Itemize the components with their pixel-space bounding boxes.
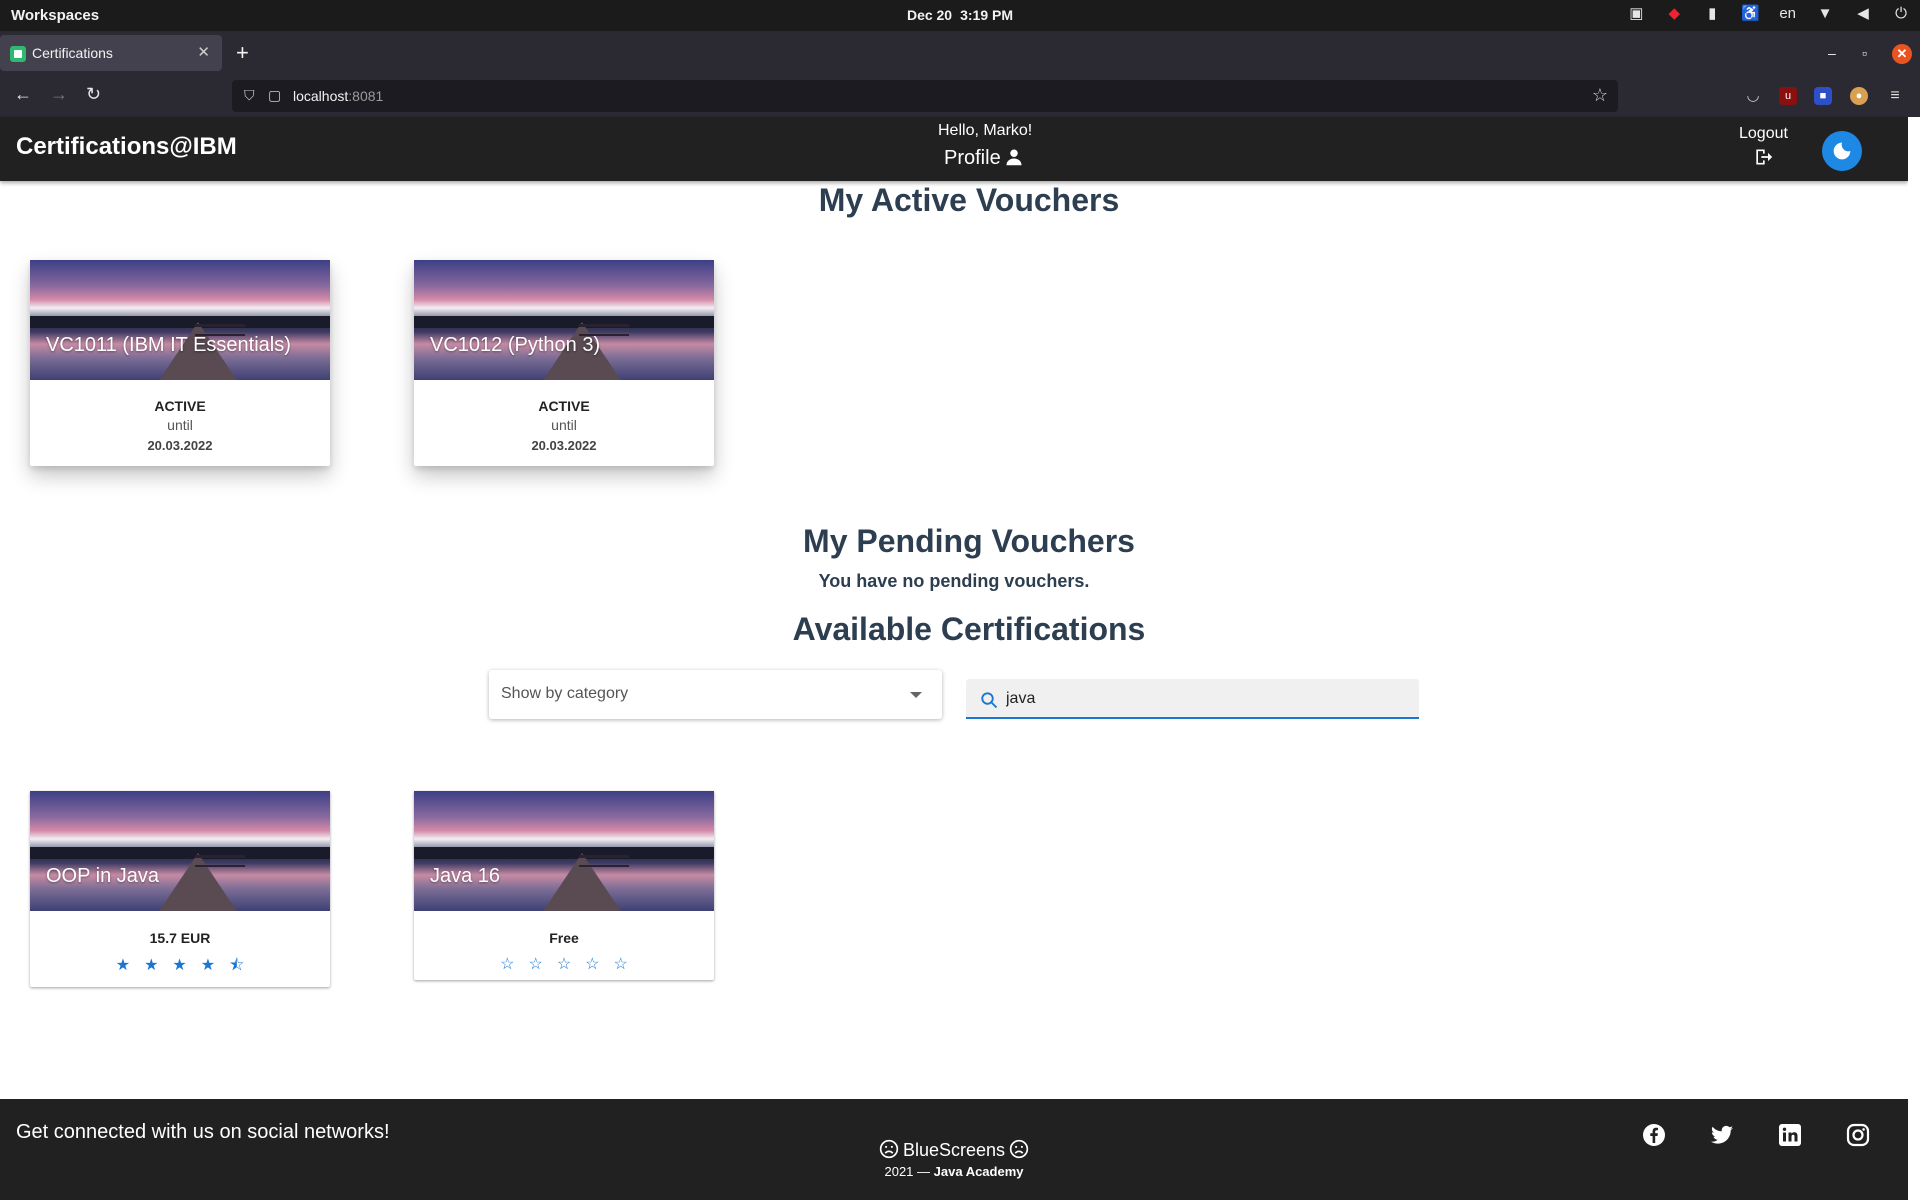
certification-price: Free xyxy=(549,930,579,946)
dark-mode-toggle[interactable] xyxy=(1822,131,1862,171)
greeting: Hello, Marko! xyxy=(938,122,1033,139)
academy-name: Java Academy xyxy=(933,1164,1024,1179)
team-name: BlueScreens xyxy=(0,1139,1908,1161)
voucher-until: until xyxy=(167,417,193,433)
instagram-icon[interactable] xyxy=(1846,1123,1870,1147)
voucher-date: 20.03.2022 xyxy=(147,438,213,453)
voucher-card[interactable]: VC1011 (IBM IT Essentials) ACTIVE until … xyxy=(30,260,330,466)
search-field[interactable] xyxy=(966,679,1419,719)
sad-face-icon xyxy=(879,1139,899,1159)
logout-icon xyxy=(1756,149,1773,165)
chevron-down-icon xyxy=(910,692,922,698)
url-port: :8081 xyxy=(348,88,384,104)
scrollbar-gutter[interactable] xyxy=(1908,117,1920,1200)
tab-close-icon[interactable]: ✕ xyxy=(197,43,210,61)
voucher-title: VC1011 (IBM IT Essentials) xyxy=(46,334,291,356)
category-placeholder: Show by category xyxy=(501,685,629,702)
certification-card[interactable]: Java 16 Free ☆☆☆☆☆ xyxy=(414,791,714,980)
window-close-icon[interactable]: ✕ xyxy=(1892,44,1912,64)
copyright: 2021 — Java Academy xyxy=(0,1164,1908,1179)
url-bar[interactable]: ⛉ ▢ localhost:8081 ☆ xyxy=(232,80,1618,112)
shield-icon[interactable]: ⛉ xyxy=(244,87,255,104)
screens-icon[interactable]: ▣ xyxy=(1627,5,1645,23)
forward-icon[interactable]: → xyxy=(50,84,68,105)
logout-label: Logout xyxy=(1739,125,1788,142)
facebook-icon[interactable] xyxy=(1642,1123,1666,1147)
active-vouchers-title: My Active Vouchers xyxy=(818,182,1120,218)
category-select[interactable]: Show by category xyxy=(489,670,942,719)
card-image: OOP in Java xyxy=(30,791,330,911)
star-rating: ★★★★⯪ xyxy=(115,957,259,974)
volume-icon[interactable]: ◀ xyxy=(1854,5,1872,23)
search-icon xyxy=(981,692,998,709)
search-input[interactable] xyxy=(1006,685,1406,713)
voucher-date: 20.03.2022 xyxy=(531,438,597,453)
power-icon[interactable]: ⏻ xyxy=(1892,5,1910,23)
main-content: My Active Vouchers VC1011 (IBM IT Essent… xyxy=(0,181,1908,1099)
page-icon[interactable]: ▢ xyxy=(268,87,281,104)
moon-icon xyxy=(1833,142,1851,160)
pending-vouchers-title: My Pending Vouchers xyxy=(803,523,1135,559)
app-header: Certifications@IBM Hello, Marko! Profile… xyxy=(0,117,1908,181)
back-icon[interactable]: ← xyxy=(14,84,32,105)
copyright-prefix: 2021 — xyxy=(884,1164,934,1179)
linkedin-icon[interactable] xyxy=(1778,1123,1802,1147)
profile-label: Profile xyxy=(944,147,1001,169)
brand-logo[interactable]: Certifications@IBM xyxy=(16,133,237,161)
battery-tray-icon[interactable]: ▮ xyxy=(1703,5,1721,23)
browser-tab[interactable]: Certifications ✕ xyxy=(0,35,222,71)
certification-title: Java 16 xyxy=(430,865,501,887)
card-image: VC1011 (IBM IT Essentials) xyxy=(30,260,330,380)
certification-title: OOP in Java xyxy=(46,865,160,887)
clock-time: 3:19 PM xyxy=(960,7,1014,23)
voucher-card[interactable]: VC1012 (Python 3) ACTIVE until 20.03.202… xyxy=(414,260,714,466)
logout-button[interactable]: Logout xyxy=(1739,125,1788,167)
voucher-status: ACTIVE xyxy=(538,398,590,414)
voucher-until: until xyxy=(551,417,577,433)
app-indicator-icon[interactable]: ◆ xyxy=(1665,5,1683,23)
certification-price: 15.7 EUR xyxy=(149,930,211,946)
new-tab-icon[interactable]: + xyxy=(236,40,249,66)
url-text: localhost:8081 xyxy=(293,88,383,104)
menu-icon[interactable]: ≡ xyxy=(1886,87,1904,105)
maximize-icon[interactable]: ▫ xyxy=(1862,45,1867,61)
reload-icon[interactable]: ↻ xyxy=(86,84,101,105)
clock-date: Dec 20 xyxy=(906,7,953,23)
url-host: localhost xyxy=(293,88,349,104)
browser-tab-bar: Certifications ✕ xyxy=(0,31,1920,75)
language-indicator[interactable]: en xyxy=(1779,5,1796,23)
certification-card[interactable]: OOP in Java 15.7 EUR ★★★★⯪ xyxy=(30,791,330,987)
sad-face-icon xyxy=(1009,1139,1029,1159)
minimize-icon[interactable]: – xyxy=(1828,45,1836,61)
pocket-icon[interactable]: ◡ xyxy=(1744,87,1762,105)
os-top-bar: Workspaces Dec 20 3:19 PM ▣ ◆ ▮ ♿ en ▼ ◀ … xyxy=(0,0,1920,31)
profile-extension-icon[interactable]: ● xyxy=(1850,87,1868,105)
accessibility-icon[interactable]: ♿ xyxy=(1741,5,1760,23)
twitter-icon[interactable] xyxy=(1710,1123,1734,1147)
ublock-icon[interactable]: u xyxy=(1779,87,1797,105)
extension-icon[interactable]: ■ xyxy=(1814,87,1832,105)
person-icon xyxy=(1006,149,1022,166)
tab-favicon-icon xyxy=(10,46,26,62)
no-pending-message: You have no pending vouchers. xyxy=(818,571,1090,591)
footer: Get connected with us on social networks… xyxy=(0,1099,1908,1200)
profile-link[interactable]: Profile xyxy=(944,147,1023,170)
voucher-title: VC1012 (Python 3) xyxy=(430,334,601,356)
available-certifications-title: Available Certifications xyxy=(792,611,1146,647)
browser-nav-bar: ← → ↻ ⛉ ▢ localhost:8081 ☆ ◡ u ■ ● ≡ xyxy=(0,75,1920,117)
system-tray: ▣ ◆ ▮ ♿ en ▼ ◀ ⏻ xyxy=(1627,5,1910,23)
star-rating: ☆☆☆☆☆ xyxy=(500,956,642,973)
voucher-status: ACTIVE xyxy=(154,398,206,414)
tab-title: Certifications xyxy=(32,45,113,61)
wifi-icon[interactable]: ▼ xyxy=(1816,5,1834,23)
card-image: Java 16 xyxy=(414,791,714,911)
card-image: VC1012 (Python 3) xyxy=(414,260,714,380)
team-label: BlueScreens xyxy=(902,1140,1006,1160)
bookmark-star-icon[interactable]: ☆ xyxy=(1592,85,1608,106)
